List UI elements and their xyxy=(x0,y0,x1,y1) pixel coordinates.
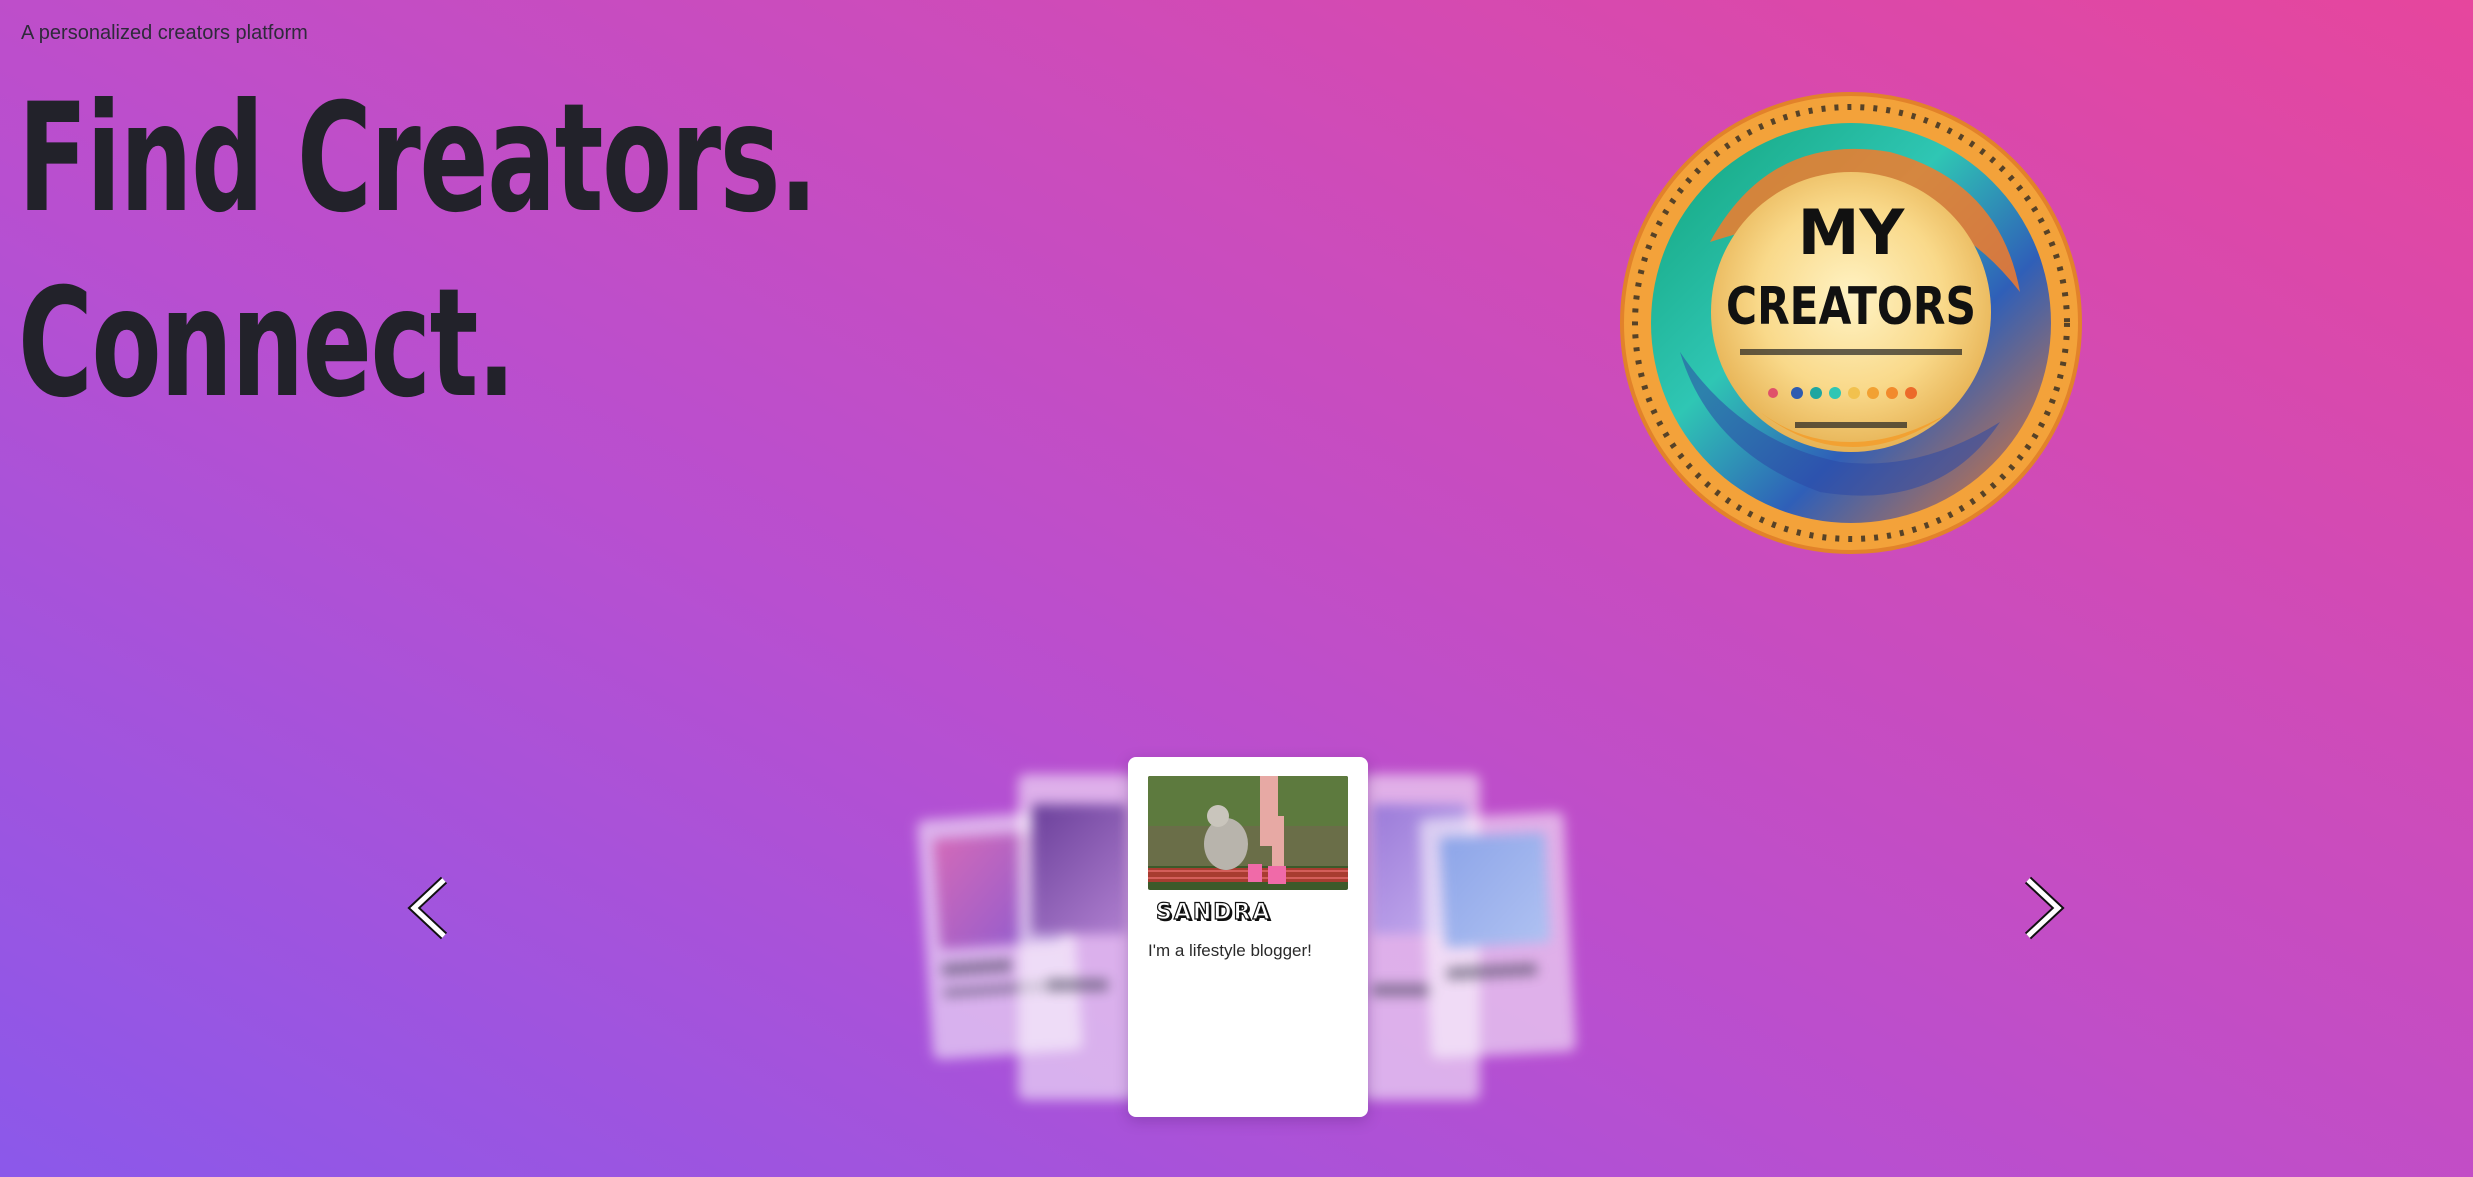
creator-photo xyxy=(1439,832,1551,948)
headline-connect: Connect. xyxy=(18,257,516,431)
logo-title-my: MY xyxy=(1798,196,1906,269)
carousel-card-far-right[interactable] xyxy=(1418,811,1577,1059)
chevron-left-icon xyxy=(407,876,448,940)
headline-find-creators: Find Creators. xyxy=(18,72,818,246)
creator-photo xyxy=(1032,804,1127,934)
tagline: A personalized creators platform xyxy=(21,22,308,44)
creator-photo xyxy=(1148,776,1348,890)
carousel-card-left[interactable] xyxy=(1018,774,1138,1100)
creator-name: SANDRA xyxy=(1155,899,1272,925)
creator-photo-image xyxy=(1148,776,1348,890)
chevron-right-icon xyxy=(2024,876,2065,940)
creator-name-placeholder xyxy=(941,959,1013,977)
carousel-prev-button[interactable] xyxy=(400,872,460,942)
creator-name-placeholder xyxy=(1372,984,1432,996)
carousel-next-button[interactable] xyxy=(2014,872,2074,942)
logo-title-creators: CREATORS xyxy=(1726,277,1976,337)
my-creators-logo: MY CREATORS xyxy=(1620,92,2082,554)
creator-name-placeholder xyxy=(1048,979,1108,991)
creator-name-placeholder xyxy=(1446,962,1538,980)
creator-bio: I'm a lifestyle blogger! xyxy=(1148,941,1312,960)
creator-card-active[interactable]: SANDRA I'm a lifestyle blogger! xyxy=(1128,757,1368,1117)
